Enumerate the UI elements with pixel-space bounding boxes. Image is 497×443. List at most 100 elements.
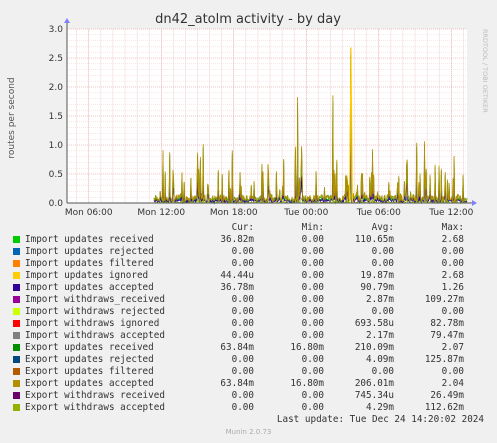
legend-min: 0.00 <box>301 270 324 281</box>
legend-avg: 90.79m <box>360 282 394 293</box>
legend-cur: 0.00 <box>231 354 254 365</box>
legend-avg: 0.00 <box>371 246 394 257</box>
legend-avg: 2.87m <box>366 294 394 305</box>
legend-label: Export updates received <box>25 342 154 353</box>
legend-max: 0.00 <box>441 306 464 317</box>
legend-cur: 0.00 <box>231 258 254 269</box>
legend-row: Import updates accepted 36.78m 0.00 90.79m 1… <box>13 282 488 294</box>
chart-title: dn42_atolm activity - by day <box>155 12 341 27</box>
legend-swatch <box>13 344 20 351</box>
legend-avg: 0.00 <box>371 258 394 269</box>
legend-max: 1.26 <box>441 282 464 293</box>
legend-swatch <box>13 320 20 327</box>
legend-max: 0.00 <box>441 366 464 377</box>
x-tick-label: Mon 12:00 <box>137 208 185 218</box>
legend-cur: 63.84m <box>220 378 254 389</box>
legend-row: Import withdraws ignored 0.00 0.00 693.58u 8… <box>13 318 488 330</box>
legend-cur: 36.78m <box>220 282 254 293</box>
legend-row: Export updates rejected 0.00 0.00 4.09m 125.… <box>13 354 488 366</box>
legend-min: 0.00 <box>301 402 324 413</box>
legend-min: 0.00 <box>301 246 324 257</box>
x-tick-label: Mon 06:00 <box>65 208 113 218</box>
legend-swatch <box>13 380 20 387</box>
legend-cur: 44.44u <box>220 270 254 281</box>
legend-swatch <box>13 356 20 363</box>
chart-area: dn42_atolm activity - by day routes per … <box>7 12 489 218</box>
legend-cur: 0.00 <box>231 294 254 305</box>
legend-avg: 19.87m <box>360 270 394 281</box>
legend-min: 0.00 <box>301 330 324 341</box>
legend-cur: 0.00 <box>231 402 254 413</box>
y-tick-label: 0.5 <box>49 170 63 180</box>
legend-label: Import updates rejected <box>25 246 154 257</box>
legend-swatch <box>13 368 20 375</box>
legend-avg: 0.00 <box>371 366 394 377</box>
legend-label: Export withdraws accepted <box>25 402 165 413</box>
legend-max: 26.49m <box>430 390 464 401</box>
legend-max: 82.78m <box>430 318 464 329</box>
legend-min: 0.00 <box>301 354 324 365</box>
legend-label: Import withdraws rejected <box>25 306 165 317</box>
legend-min: 0.00 <box>301 258 324 269</box>
legend-max: 2.68 <box>441 270 464 281</box>
legend-min: 0.00 <box>301 306 324 317</box>
header-cur: Cur: <box>231 222 254 233</box>
legend-cur: 0.00 <box>231 246 254 257</box>
x-tick-label: Mon 18:00 <box>210 208 258 218</box>
legend-row: Import updates ignored 44.44u 0.00 19.87m 2.… <box>13 270 488 282</box>
legend-row: Export updates filtered 0.00 0.00 0.00 0.00 <box>13 366 488 378</box>
header-max: Max: <box>441 222 464 233</box>
header-min: Min: <box>301 222 324 233</box>
legend-avg: 4.09m <box>366 354 394 365</box>
legend-avg: 206.01m <box>354 378 394 389</box>
legend-avg: 2.17m <box>366 330 394 341</box>
legend-row: Import withdraws accepted 0.00 0.00 2.17m 79… <box>13 330 488 342</box>
legend-min: 0.00 <box>301 390 324 401</box>
legend-row: Export updates accepted 63.84m 16.80m 206.0… <box>13 378 488 390</box>
legend-max: 109.27m <box>424 294 464 305</box>
rrdtool-watermark: RRDTOOL / TOBI OETIKER <box>481 29 489 113</box>
legend-cur: 0.00 <box>231 318 254 329</box>
legend-row: Export withdraws accepted 0.00 0.00 4.29m 11… <box>13 402 488 414</box>
y-axis-label: routes per second <box>7 77 17 158</box>
legend-cur: 36.82m <box>220 234 254 245</box>
legend-max: 112.62m <box>424 402 464 413</box>
legend-min: 0.00 <box>301 366 324 377</box>
legend-label: Import updates accepted <box>25 282 154 293</box>
legend-cur: 0.00 <box>231 366 254 377</box>
legend-avg: 110.65m <box>354 234 394 245</box>
legend-min: 16.80m <box>290 378 324 389</box>
y-tick-label: 2.0 <box>49 83 64 93</box>
legend-cur: 0.00 <box>231 306 254 317</box>
x-tick-label: Tue 00:00 <box>283 208 328 218</box>
legend-avg: 693.58u <box>354 318 394 329</box>
legend-swatch <box>13 404 20 411</box>
legend-swatch <box>13 272 20 279</box>
legend-row: Export updates received 63.84m 16.80m 210.0… <box>13 342 488 354</box>
last-update: Last update: Tue Dec 24 14:20:02 2024 <box>276 414 484 425</box>
x-axis-arrow <box>472 200 477 206</box>
legend-table: Cur: Min: Avg: Max: Import updates recei… <box>13 222 488 414</box>
legend-max: 2.04 <box>441 378 464 389</box>
legend-max: 2.07 <box>441 342 464 353</box>
legend-cur: 0.00 <box>231 390 254 401</box>
legend-swatch <box>13 392 20 399</box>
legend-min: 0.00 <box>301 282 324 293</box>
legend-label: Import updates ignored <box>25 270 149 281</box>
legend-row: Import withdraws rejected 0.00 0.00 0.00 0.0… <box>13 306 488 318</box>
legend-row: Export withdraws received 0.00 0.00 745.34u… <box>13 390 488 402</box>
legend-cur: 63.84m <box>220 342 254 353</box>
legend-label: Export updates accepted <box>25 378 154 389</box>
legend-row: Import updates rejected 0.00 0.00 0.00 0.00 <box>13 246 488 258</box>
x-tick-label: Tue 06:00 <box>356 208 401 218</box>
legend-label: Import withdraws_received <box>25 294 165 305</box>
legend-avg: 4.29m <box>366 402 394 413</box>
legend-min: 16.80m <box>290 342 324 353</box>
legend-swatch <box>13 248 20 255</box>
legend-swatch <box>13 308 20 315</box>
x-tick-label: Tue 12:00 <box>428 208 473 218</box>
y-tick-label: 0.0 <box>49 199 64 209</box>
y-tick-label: 1.0 <box>49 141 64 151</box>
legend-max: 2.68 <box>441 234 464 245</box>
legend-max: 0.00 <box>441 246 464 257</box>
